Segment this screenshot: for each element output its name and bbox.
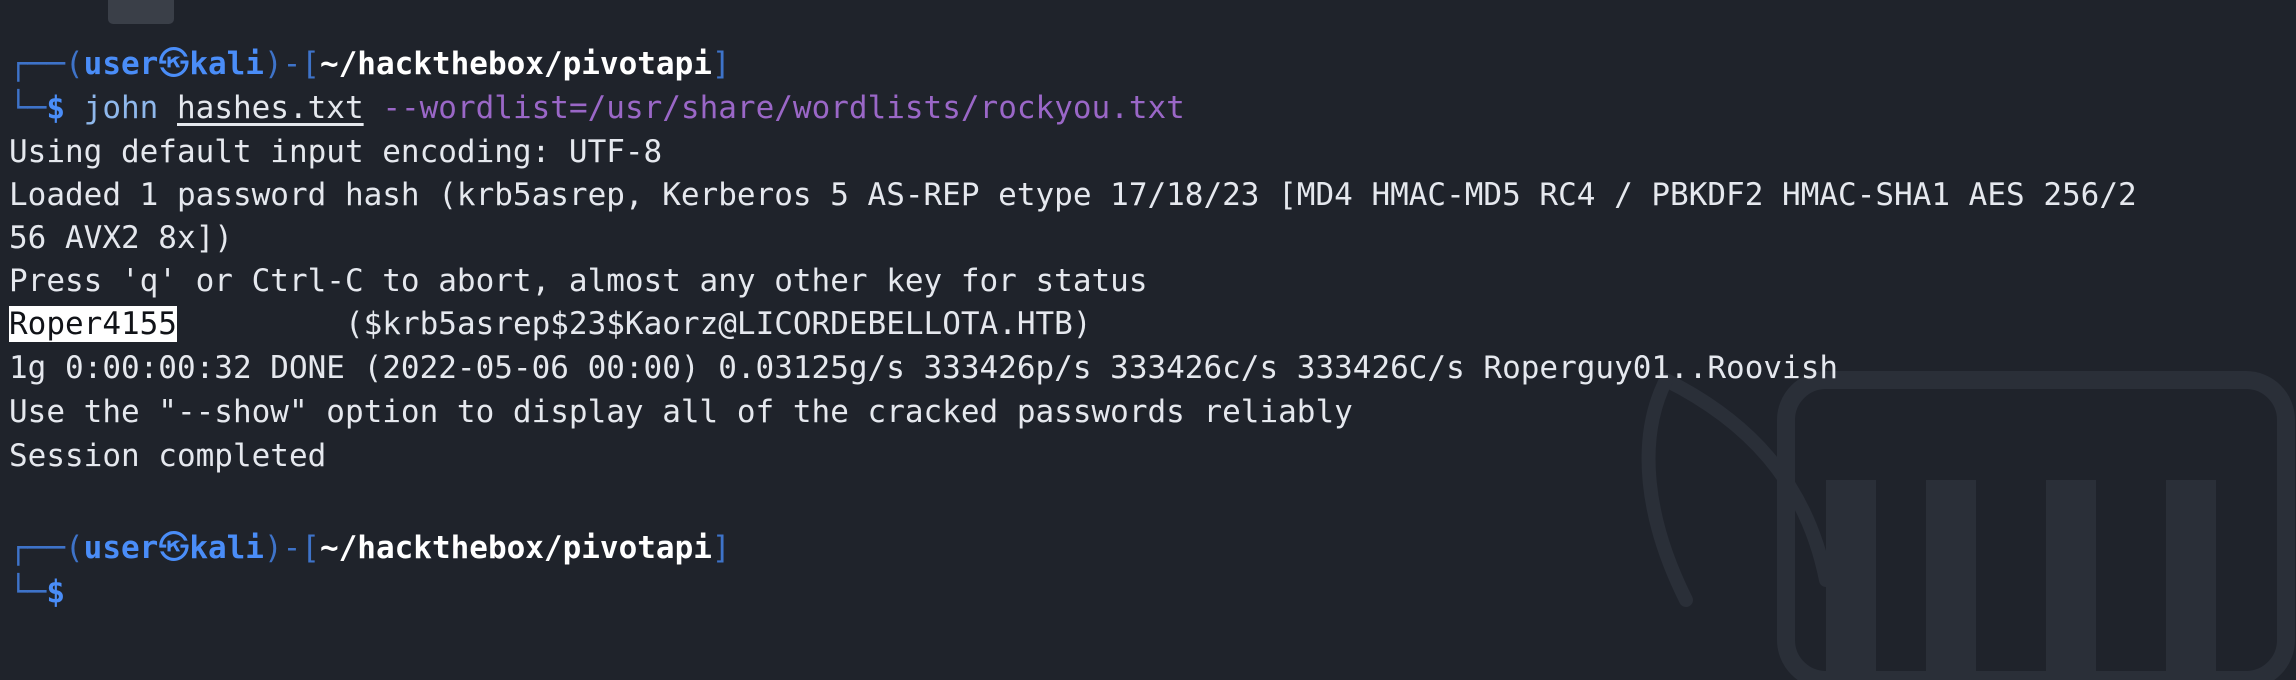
command-name: john bbox=[83, 90, 159, 126]
cracked-hash-user: ($krb5asrep$23$Kaorz@LICORDEBELLOTA.HTB) bbox=[344, 306, 1092, 342]
output-line-session: Session completed bbox=[9, 438, 327, 474]
prompt-user: user bbox=[83, 530, 159, 566]
at-symbol-icon: ㉿ bbox=[158, 530, 190, 566]
terminal-window: { "prompt1": { "box_top": "┌──(", "user"… bbox=[0, 0, 2296, 680]
prompt-header-1: ┌──(user㉿kali)-[~/hackthebox/pivotapi] bbox=[9, 42, 731, 86]
output-line-press-q: Press 'q' or Ctrl-C to abort, almost any… bbox=[9, 263, 1148, 299]
prompt-dollar: $ bbox=[46, 574, 65, 610]
terminal-output[interactable]: ┌──(user㉿kali)-[~/hackthebox/pivotapi] └… bbox=[9, 0, 2296, 654]
prompt-separator: )-[ bbox=[263, 46, 320, 82]
output-line-loaded: Loaded 1 password hash (krb5asrep, Kerbe… bbox=[9, 177, 2137, 213]
prompt-dollar: $ bbox=[46, 90, 65, 126]
prompt-cwd: ~/hackthebox/pivotapi bbox=[319, 530, 712, 566]
prompt-cwd: ~/hackthebox/pivotapi bbox=[319, 46, 712, 82]
prompt-box-bottom: └─ bbox=[9, 574, 47, 610]
prompt-box-top: ┌──( bbox=[9, 46, 84, 82]
cracked-gap bbox=[177, 306, 345, 342]
at-symbol-icon: ㉿ bbox=[158, 46, 190, 82]
prompt-close: ] bbox=[711, 46, 731, 82]
prompt-separator: )-[ bbox=[263, 530, 320, 566]
prompt-box-top: ┌──( bbox=[9, 530, 84, 566]
command-arg-wordlist: --wordlist=/usr/share/wordlists/rockyou.… bbox=[382, 90, 1185, 126]
output-line-cracked: Roper4155 ($krb5asrep$23$Kaorz@LICORDEBE… bbox=[9, 302, 1092, 346]
output-line-show-hint: Use the "--show" option to display all o… bbox=[9, 394, 1353, 430]
output-line-encoding: Using default input encoding: UTF-8 bbox=[9, 134, 663, 170]
prompt-user: user bbox=[83, 46, 159, 82]
prompt-host: kali bbox=[189, 46, 264, 82]
output-line-status: 1g 0:00:00:32 DONE (2022-05-06 00:00) 0.… bbox=[9, 350, 1839, 386]
command-arg-file: hashes.txt bbox=[177, 90, 364, 126]
output-line-loaded-cont: 56 AVX2 8x]) bbox=[9, 220, 233, 256]
prompt-close: ] bbox=[711, 530, 731, 566]
cracked-password-selection[interactable]: Roper4155 bbox=[9, 306, 177, 342]
prompt-host: kali bbox=[189, 530, 264, 566]
command-line-2[interactable]: └─$ bbox=[9, 570, 65, 614]
prompt-box-bottom: └─ bbox=[9, 90, 47, 126]
command-line-1: └─$ john hashes.txt --wordlist=/usr/shar… bbox=[9, 86, 1185, 130]
prompt-header-2: ┌──(user㉿kali)-[~/hackthebox/pivotapi] bbox=[9, 526, 731, 570]
